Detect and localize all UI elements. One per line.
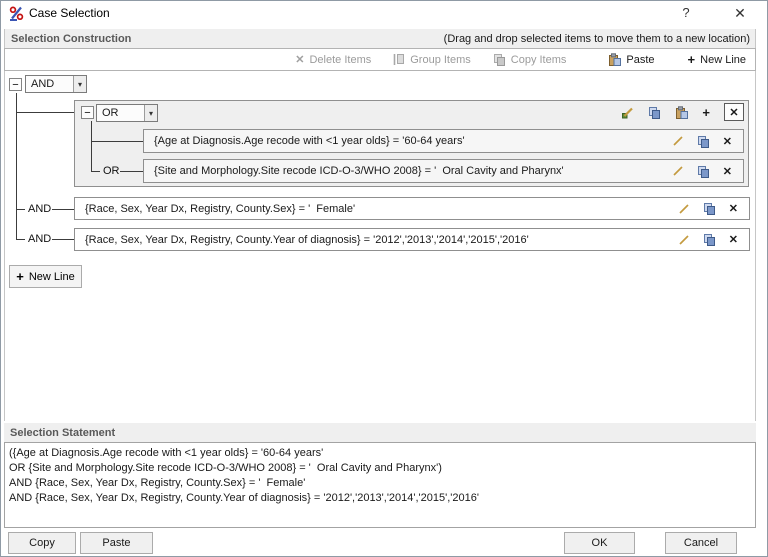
new-line-button[interactable]: + New Line [9, 265, 82, 288]
or-group-box[interactable]: − OR ▾ [74, 100, 749, 187]
group-trunk-line [91, 121, 92, 172]
connector-label-and: AND [27, 203, 52, 215]
edit-pencil-icon[interactable] [678, 234, 690, 246]
condition-row[interactable]: {Site and Morphology.Site recode ICD-O-3… [143, 159, 744, 183]
delete-x-icon[interactable]: ✕ [723, 165, 732, 178]
statement-line: AND {Race, Sex, Year Dx, Registry, Count… [9, 476, 751, 491]
group-branch-line [120, 171, 143, 172]
group-branch-line [92, 141, 143, 142]
selection-statement-panel: Selection Statement ({Age at Diagnosis.A… [4, 423, 756, 528]
condition-row[interactable]: {Race, Sex, Year Dx, Registry, County.Ye… [74, 228, 750, 251]
statement-text-box: ({Age at Diagnosis.Age recode with <1 ye… [4, 442, 756, 528]
group-branch-line [92, 171, 100, 172]
new-line-toolbar-button[interactable]: + New Line [688, 54, 746, 66]
edit-pencil-icon[interactable] [672, 165, 684, 177]
new-line-label: New Line [700, 54, 746, 66]
delete-x-icon: ✕ [295, 53, 304, 66]
copy-icon[interactable] [697, 135, 710, 148]
copy-icon[interactable] [703, 233, 716, 246]
root-operator-combo[interactable]: AND ▾ [25, 75, 87, 93]
connector-label-or: OR [102, 165, 121, 177]
selection-construction-panel: Selection Construction (Drag and drop se… [4, 29, 756, 421]
root-collapse-button[interactable]: − [9, 78, 22, 91]
group-items-label: Group Items [410, 54, 471, 66]
condition-tree: − AND ▾ AND AND − OR ▾ [5, 71, 755, 421]
tree-branch-line [17, 112, 74, 113]
condition-text: {Age at Diagnosis.Age recode with <1 yea… [144, 135, 672, 147]
group-operator-combo[interactable]: OR ▾ [96, 104, 158, 122]
close-button[interactable]: ✕ [727, 3, 753, 23]
group-operator-value: OR [97, 107, 144, 119]
tree-branch-line [52, 239, 74, 240]
statement-line: ({Age at Diagnosis.Age recode with <1 ye… [9, 446, 751, 461]
tree-trunk-line [16, 93, 17, 240]
case-selection-dialog: Case Selection ? ✕ Selection Constructio… [0, 0, 768, 557]
seerstat-logo-icon [9, 6, 24, 21]
tree-branch-line [17, 239, 25, 240]
statement-header-bar: Selection Statement [4, 423, 756, 442]
chevron-down-icon[interactable]: ▾ [144, 105, 157, 121]
paste-toolbar-button[interactable]: Paste [608, 53, 654, 66]
edit-icon[interactable] [621, 106, 634, 119]
group-header-icons: + ✕ [621, 103, 744, 121]
group-items-icon [393, 53, 405, 66]
copy-icon[interactable] [648, 106, 661, 119]
paste-icon[interactable] [675, 106, 688, 119]
condition-row[interactable]: {Age at Diagnosis.Age recode with <1 yea… [143, 129, 744, 153]
construction-title: Selection Construction [11, 33, 131, 45]
condition-row[interactable]: {Race, Sex, Year Dx, Registry, County.Se… [74, 197, 750, 220]
tree-branch-line [17, 209, 25, 210]
titlebar: Case Selection ? ✕ [1, 1, 767, 25]
plus-icon: + [688, 54, 696, 65]
copy-items-label: Copy Items [511, 54, 567, 66]
paste-label: Paste [626, 54, 654, 66]
new-line-button-label: New Line [29, 271, 75, 283]
condition-text: {Race, Sex, Year Dx, Registry, County.Ye… [75, 234, 678, 246]
delete-x-icon[interactable]: ✕ [723, 135, 732, 148]
group-items-button: Group Items [393, 53, 471, 66]
copy-items-icon [493, 53, 506, 66]
help-button[interactable]: ? [673, 3, 699, 23]
edit-pencil-icon[interactable] [672, 135, 684, 147]
root-operator-value: AND [26, 78, 73, 90]
tree-branch-line [52, 209, 74, 210]
cancel-button[interactable]: Cancel [665, 532, 737, 554]
group-delete-button[interactable]: ✕ [724, 103, 744, 121]
window-title: Case Selection [29, 6, 110, 20]
chevron-down-icon[interactable]: ▾ [73, 76, 86, 92]
group-collapse-button[interactable]: − [81, 106, 94, 119]
copy-button[interactable]: Copy [8, 532, 76, 554]
edit-pencil-icon[interactable] [678, 203, 690, 215]
construction-header-bar: Selection Construction (Drag and drop se… [5, 29, 755, 48]
paste-icon [608, 53, 621, 66]
plus-icon[interactable]: + [702, 107, 710, 118]
drag-drop-hint: (Drag and drop selected items to move th… [444, 33, 750, 45]
connector-label-and: AND [27, 233, 52, 245]
copy-icon[interactable] [703, 202, 716, 215]
delete-x-icon[interactable]: ✕ [729, 202, 738, 215]
condition-text: {Site and Morphology.Site recode ICD-O-3… [144, 165, 672, 177]
condition-text: {Race, Sex, Year Dx, Registry, County.Se… [75, 203, 678, 215]
copy-items-button: Copy Items [493, 53, 567, 66]
paste-button[interactable]: Paste [80, 532, 153, 554]
ok-button[interactable]: OK [564, 532, 635, 554]
statement-title: Selection Statement [10, 427, 115, 439]
statement-line: OR {Site and Morphology.Site recode ICD-… [9, 461, 751, 476]
construction-toolbar: ✕ Delete Items Group Items [4, 48, 756, 71]
statement-line: AND {Race, Sex, Year Dx, Registry, Count… [9, 491, 751, 506]
copy-icon[interactable] [697, 165, 710, 178]
delete-items-label: Delete Items [309, 54, 371, 66]
delete-x-icon[interactable]: ✕ [729, 233, 738, 246]
delete-items-button: ✕ Delete Items [295, 53, 371, 66]
plus-icon: + [16, 271, 24, 282]
